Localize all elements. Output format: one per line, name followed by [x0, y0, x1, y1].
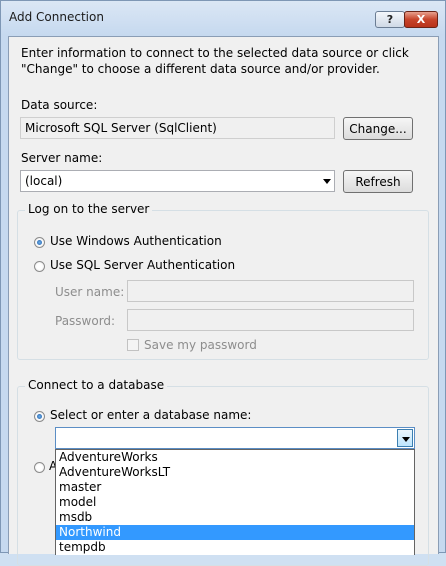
server-name-label: Server name:	[21, 151, 103, 165]
database-group-title: Connect to a database	[25, 378, 168, 392]
server-name-value: (local)	[25, 174, 63, 188]
user-name-label: User name:	[55, 285, 125, 299]
windows-auth-label[interactable]: Use Windows Authentication	[50, 234, 222, 248]
list-item[interactable]: master	[56, 480, 414, 495]
password-label: Password:	[55, 314, 116, 328]
server-name-combo[interactable]: (local)	[20, 170, 335, 192]
password-input[interactable]	[127, 309, 414, 331]
help-icon: ?	[386, 13, 394, 26]
database-dropdown-list[interactable]: AdventureWorks AdventureWorksLT master m…	[55, 449, 415, 555]
list-item[interactable]: msdb	[56, 510, 414, 525]
window-title: Add Connection	[9, 10, 104, 24]
list-item[interactable]: Northwind	[56, 525, 414, 540]
select-database-label[interactable]: Select or enter a database name:	[50, 408, 251, 422]
instructions-text: Enter information to connect to the sele…	[21, 46, 409, 76]
close-icon: X	[416, 13, 426, 26]
data-source-field: Microsoft SQL Server (SqlClient)	[20, 117, 335, 139]
dialog-body: Enter information to connect to the sele…	[8, 36, 439, 566]
database-dropdown-button[interactable]	[397, 429, 413, 447]
save-password-label: Save my password	[144, 338, 257, 352]
refresh-button[interactable]: Refresh	[343, 170, 413, 193]
select-database-radio[interactable]	[34, 411, 45, 422]
add-connection-window: Add Connection ? X Enter information to …	[0, 0, 446, 566]
logon-group-title: Log on to the server	[25, 202, 153, 216]
chevron-down-icon[interactable]	[323, 179, 331, 184]
chevron-down-icon	[402, 437, 410, 442]
close-button[interactable]: X	[404, 11, 438, 28]
help-button[interactable]: ?	[375, 11, 405, 28]
windows-auth-radio[interactable]	[34, 237, 45, 248]
database-name-value	[56, 428, 59, 442]
attach-database-radio[interactable]	[34, 462, 45, 473]
save-password-checkbox[interactable]	[127, 339, 139, 351]
data-source-label: Data source:	[21, 98, 98, 112]
sql-auth-radio[interactable]	[34, 261, 45, 272]
list-item[interactable]: AdventureWorks	[56, 450, 414, 465]
list-item[interactable]: AdventureWorksLT	[56, 465, 414, 480]
user-name-input[interactable]	[127, 280, 414, 302]
list-item[interactable]: model	[56, 495, 414, 510]
sql-auth-label[interactable]: Use SQL Server Authentication	[50, 258, 235, 272]
database-name-combo[interactable]	[55, 427, 415, 449]
change-button[interactable]: Change...	[343, 117, 413, 140]
